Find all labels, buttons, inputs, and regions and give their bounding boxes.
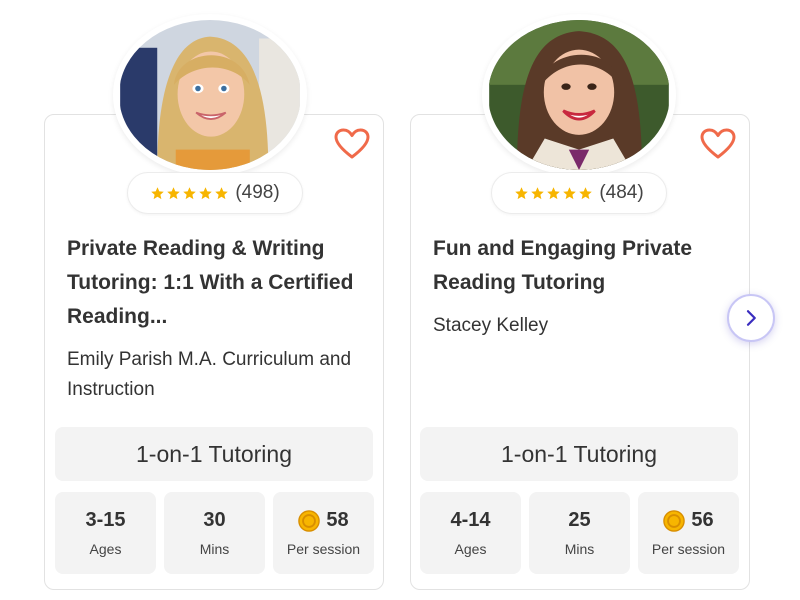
teacher-photo — [489, 20, 669, 170]
star-icon — [531, 186, 545, 199]
stat-duration: 30 Mins — [164, 492, 265, 574]
rating-pill: (484) — [491, 172, 667, 214]
teacher-name[interactable]: Stacey Kelley — [433, 311, 723, 341]
teacher-avatar[interactable] — [113, 14, 307, 176]
heart-icon[interactable] — [334, 128, 370, 160]
format-label: 1-on-1 Tutoring — [420, 427, 738, 481]
rating-pill: (498) — [127, 172, 303, 214]
class-title[interactable]: Fun and Engaging Private Reading Tutorin… — [433, 232, 733, 300]
stat-ages: 3-15 Ages — [55, 492, 156, 574]
teacher-photo — [120, 20, 300, 170]
star-icon — [547, 186, 561, 199]
stat-label: Per session — [651, 541, 726, 557]
chevron-right-icon — [746, 310, 756, 326]
teacher-avatar[interactable] — [482, 14, 676, 176]
rating-count: (484) — [599, 182, 644, 203]
carousel-next-button[interactable] — [727, 294, 775, 342]
star-icon — [579, 186, 593, 199]
stat-label: Ages — [454, 541, 487, 557]
stat-value: 30 — [203, 509, 226, 531]
star-rating — [150, 186, 229, 201]
star-rating — [514, 186, 593, 201]
stat-value: 4-14 — [450, 509, 491, 531]
star-icon — [515, 186, 529, 199]
teacher-name[interactable]: Emily Parish M.A. Curriculum and Instruc… — [67, 345, 357, 405]
star-icon — [183, 186, 197, 199]
rating-count: (498) — [235, 182, 280, 203]
stat-price: 58 Per session — [273, 492, 374, 574]
star-icon — [167, 186, 181, 199]
stat-label: Mins — [199, 541, 230, 557]
class-title[interactable]: Private Reading & Writing Tutoring: 1:1 … — [67, 232, 367, 334]
stat-ages: 4-14 Ages — [420, 492, 521, 574]
format-label: 1-on-1 Tutoring — [55, 427, 373, 481]
stat-value: 25 — [568, 509, 591, 531]
heart-icon[interactable] — [700, 128, 736, 160]
star-icon — [215, 186, 229, 199]
star-icon — [563, 186, 577, 199]
stat-label: Per session — [286, 541, 361, 557]
stat-value: 58 — [326, 509, 349, 531]
stat-label: Ages — [89, 541, 122, 557]
coin-icon — [663, 509, 686, 532]
star-icon — [199, 186, 213, 199]
stat-value: 56 — [691, 509, 714, 531]
stat-label: Mins — [564, 541, 595, 557]
stat-value: 3-15 — [85, 509, 126, 531]
coin-icon — [298, 509, 321, 532]
star-icon — [151, 186, 165, 199]
stat-price: 56 Per session — [638, 492, 739, 574]
stat-duration: 25 Mins — [529, 492, 630, 574]
